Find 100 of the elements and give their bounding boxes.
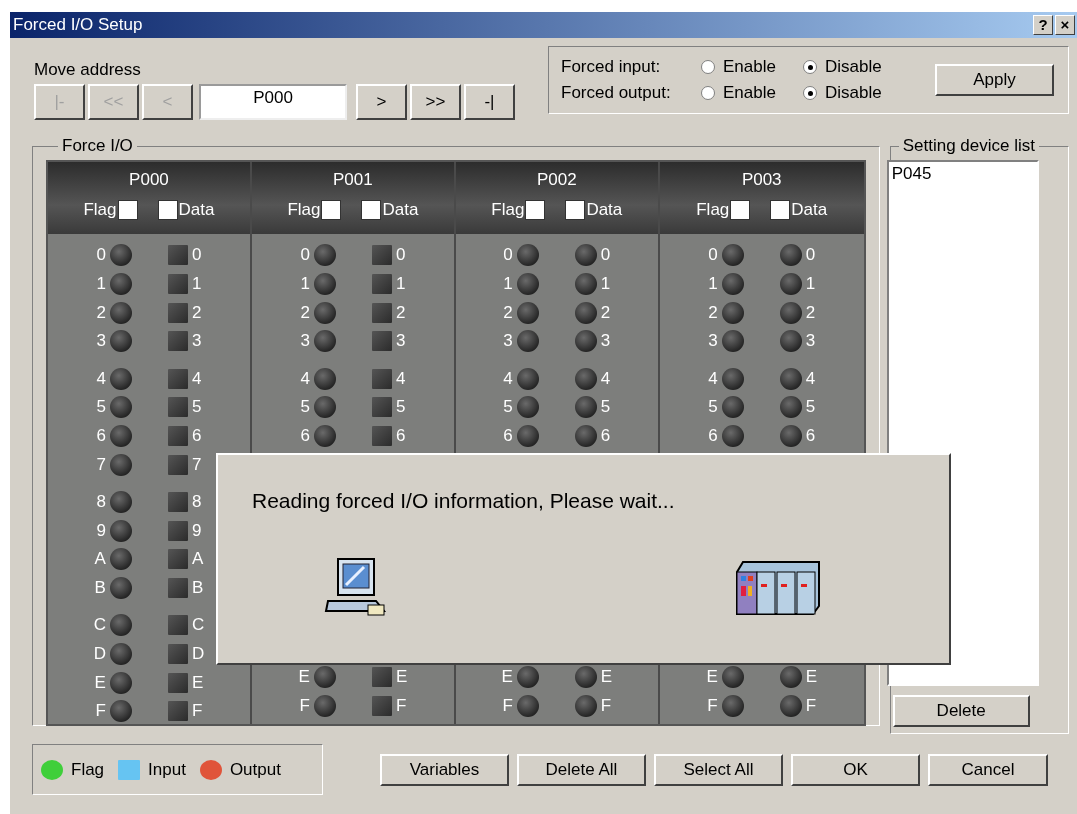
flag-led-icon[interactable] [721, 425, 744, 448]
flag-led-icon[interactable] [313, 425, 336, 448]
flag-led-icon[interactable] [721, 244, 744, 267]
apply-button[interactable]: Apply [935, 64, 1054, 96]
output-led-icon[interactable] [574, 244, 597, 267]
radio-icon[interactable] [701, 60, 715, 74]
list-item[interactable]: P045 [891, 164, 1034, 184]
radio-option[interactable]: Enable [701, 83, 803, 103]
flag-led-icon[interactable] [516, 665, 539, 688]
output-led-icon[interactable] [779, 425, 802, 448]
input-led-icon[interactable] [371, 666, 392, 687]
output-led-icon[interactable] [574, 367, 597, 390]
action-button[interactable]: OK [791, 753, 920, 786]
input-led-icon[interactable] [167, 520, 188, 541]
flag-led-icon[interactable] [109, 244, 132, 267]
output-led-icon[interactable] [779, 694, 802, 717]
flag-checkbox[interactable] [525, 200, 546, 220]
input-led-icon[interactable] [371, 274, 392, 295]
flag-led-icon[interactable] [516, 425, 539, 448]
flag-led-icon[interactable] [313, 244, 336, 267]
data-checkbox[interactable] [157, 200, 178, 220]
input-led-icon[interactable] [167, 397, 188, 418]
flag-led-icon[interactable] [109, 548, 132, 571]
input-led-icon[interactable] [167, 701, 188, 722]
nav-button[interactable]: >> [410, 84, 461, 120]
output-led-icon[interactable] [574, 665, 597, 688]
output-led-icon[interactable] [779, 665, 802, 688]
flag-led-icon[interactable] [516, 367, 539, 390]
input-led-icon[interactable] [371, 695, 392, 716]
output-led-icon[interactable] [779, 367, 802, 390]
data-checkbox[interactable] [770, 200, 791, 220]
flag-led-icon[interactable] [109, 367, 132, 390]
flag-led-icon[interactable] [721, 396, 744, 419]
flag-led-icon[interactable] [109, 301, 132, 324]
output-led-icon[interactable] [779, 330, 802, 353]
flag-checkbox[interactable] [117, 200, 138, 220]
flag-led-icon[interactable] [516, 694, 539, 717]
flag-led-icon[interactable] [313, 273, 336, 296]
data-checkbox[interactable] [361, 200, 382, 220]
flag-led-icon[interactable] [313, 694, 336, 717]
flag-led-icon[interactable] [109, 491, 132, 514]
data-checkbox[interactable] [565, 200, 586, 220]
delete-button[interactable]: Delete [892, 695, 1030, 727]
flag-led-icon[interactable] [516, 396, 539, 419]
flag-led-icon[interactable] [109, 643, 132, 666]
output-led-icon[interactable] [574, 301, 597, 324]
action-button[interactable]: Variables [380, 753, 509, 786]
input-led-icon[interactable] [167, 615, 188, 636]
address-field[interactable]: P000 [199, 84, 347, 120]
output-led-icon[interactable] [779, 396, 802, 419]
input-led-icon[interactable] [167, 302, 188, 323]
action-button[interactable]: Cancel [928, 753, 1048, 786]
input-led-icon[interactable] [167, 368, 188, 389]
flag-led-icon[interactable] [313, 367, 336, 390]
input-led-icon[interactable] [371, 302, 392, 323]
flag-led-icon[interactable] [516, 273, 539, 296]
radio-option[interactable]: Disable [803, 83, 905, 103]
input-led-icon[interactable] [167, 331, 188, 352]
input-led-icon[interactable] [371, 331, 392, 352]
input-led-icon[interactable] [371, 426, 392, 447]
output-led-icon[interactable] [574, 330, 597, 353]
flag-led-icon[interactable] [721, 367, 744, 390]
nav-button[interactable]: -| [464, 84, 515, 120]
flag-led-icon[interactable] [109, 330, 132, 353]
input-led-icon[interactable] [167, 492, 188, 513]
flag-led-icon[interactable] [721, 273, 744, 296]
input-led-icon[interactable] [167, 549, 188, 570]
output-led-icon[interactable] [574, 694, 597, 717]
action-button[interactable]: Delete All [517, 753, 646, 786]
flag-led-icon[interactable] [109, 700, 132, 723]
flag-led-icon[interactable] [313, 396, 336, 419]
output-led-icon[interactable] [574, 425, 597, 448]
input-led-icon[interactable] [167, 672, 188, 693]
output-led-icon[interactable] [779, 301, 802, 324]
flag-led-icon[interactable] [109, 671, 132, 694]
flag-led-icon[interactable] [721, 665, 744, 688]
flag-led-icon[interactable] [313, 330, 336, 353]
input-led-icon[interactable] [167, 578, 188, 599]
radio-option[interactable]: Disable [803, 57, 905, 77]
radio-icon[interactable] [803, 60, 817, 74]
flag-led-icon[interactable] [313, 301, 336, 324]
radio-icon[interactable] [803, 86, 817, 100]
flag-led-icon[interactable] [516, 301, 539, 324]
flag-led-icon[interactable] [721, 694, 744, 717]
flag-led-icon[interactable] [313, 665, 336, 688]
flag-led-icon[interactable] [721, 301, 744, 324]
input-led-icon[interactable] [167, 245, 188, 266]
flag-led-icon[interactable] [109, 453, 132, 476]
nav-button[interactable]: > [356, 84, 407, 120]
output-led-icon[interactable] [574, 273, 597, 296]
input-led-icon[interactable] [371, 368, 392, 389]
flag-led-icon[interactable] [109, 577, 132, 600]
action-button[interactable]: Select All [654, 753, 783, 786]
flag-led-icon[interactable] [109, 273, 132, 296]
radio-option[interactable]: Enable [701, 57, 803, 77]
radio-icon[interactable] [701, 86, 715, 100]
flag-led-icon[interactable] [109, 425, 132, 448]
input-led-icon[interactable] [167, 454, 188, 475]
flag-led-icon[interactable] [516, 244, 539, 267]
input-led-icon[interactable] [371, 245, 392, 266]
